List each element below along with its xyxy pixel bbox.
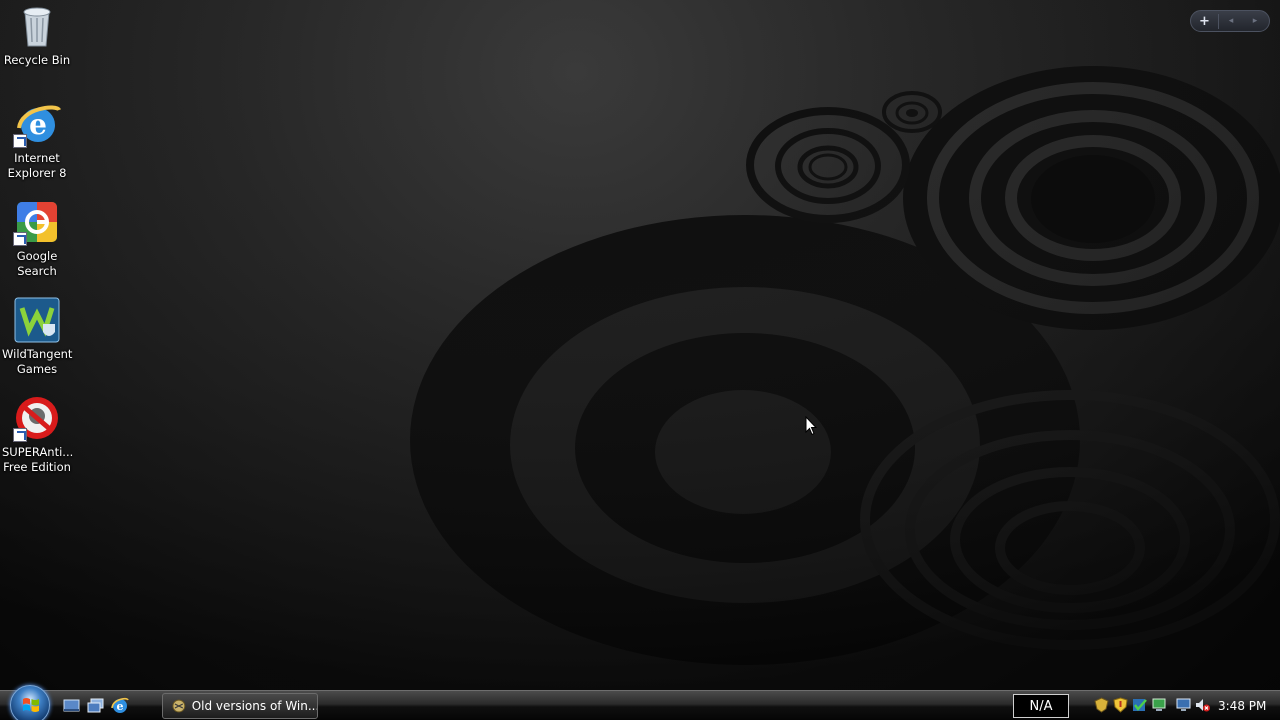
windows-logo-icon — [23, 698, 39, 712]
antivirus-shield-icon[interactable] — [1113, 697, 1128, 713]
superantispyware-icon — [13, 394, 61, 442]
system-clock[interactable]: 3:48 PM — [1218, 699, 1266, 713]
quick-launch-bar: e — [62, 696, 129, 715]
add-gadget-button[interactable]: + — [1191, 13, 1219, 29]
start-button[interactable] — [10, 685, 50, 720]
taskbar-window-button[interactable]: Old versions of Win... — [162, 693, 318, 719]
desktop-icon-recycle-bin[interactable]: Recycle Bin — [0, 2, 74, 68]
browser-window-icon — [172, 699, 186, 713]
desktop-icon-internet-explorer[interactable]: e Internet Explorer 8 — [0, 100, 74, 181]
show-desktop-icon[interactable] — [62, 696, 81, 715]
previous-gadget-button[interactable]: ◂ — [1219, 16, 1243, 26]
desktop-icon-superantispyware[interactable]: SUPERAnti... Free Edition — [0, 394, 74, 475]
system-tray — [1094, 697, 1210, 713]
google-search-icon — [13, 198, 61, 246]
monitor-icon[interactable] — [1176, 697, 1191, 713]
internet-explorer-icon: e — [13, 100, 61, 148]
desktop-icon-label: Internet Explorer 8 — [7, 151, 67, 180]
svg-text:e: e — [117, 700, 124, 713]
desktop-icon-google-search[interactable]: Google Search — [0, 198, 74, 279]
next-gadget-button[interactable]: ▸ — [1243, 16, 1267, 26]
security-shield-icon[interactable] — [1094, 697, 1109, 713]
taskbar: e Old versions of Win... N/A 3:48 PM — [0, 685, 1280, 720]
recycle-bin-icon — [13, 2, 61, 50]
checkmark-shield-icon[interactable] — [1132, 697, 1147, 713]
shortcut-arrow-icon — [13, 134, 27, 148]
network-icon[interactable] — [1151, 697, 1166, 713]
switch-windows-icon[interactable] — [86, 696, 105, 715]
volume-muted-icon[interactable] — [1195, 697, 1210, 713]
sidebar-gadget-control: + ◂ ▸ — [1190, 10, 1270, 32]
shortcut-arrow-icon — [13, 428, 27, 442]
desktop-icon-label: WildTangent Games — [2, 347, 73, 376]
taskbar-window-title: Old versions of Win... — [191, 699, 317, 713]
internet-explorer-icon[interactable]: e — [110, 696, 129, 715]
desktop-icon-wildtangent[interactable]: WildTangent Games — [0, 296, 74, 377]
wildtangent-icon — [13, 296, 61, 344]
mouse-cursor-icon — [805, 416, 817, 436]
desktop-icon-label: Google Search — [16, 249, 58, 278]
language-bar[interactable]: N/A — [1013, 694, 1069, 718]
desktop-icon-label: SUPERAnti... Free Edition — [2, 445, 74, 474]
desktop-wallpaper — [0, 0, 1280, 690]
desktop-icon-label: Recycle Bin — [3, 53, 71, 67]
shortcut-arrow-icon — [13, 232, 27, 246]
